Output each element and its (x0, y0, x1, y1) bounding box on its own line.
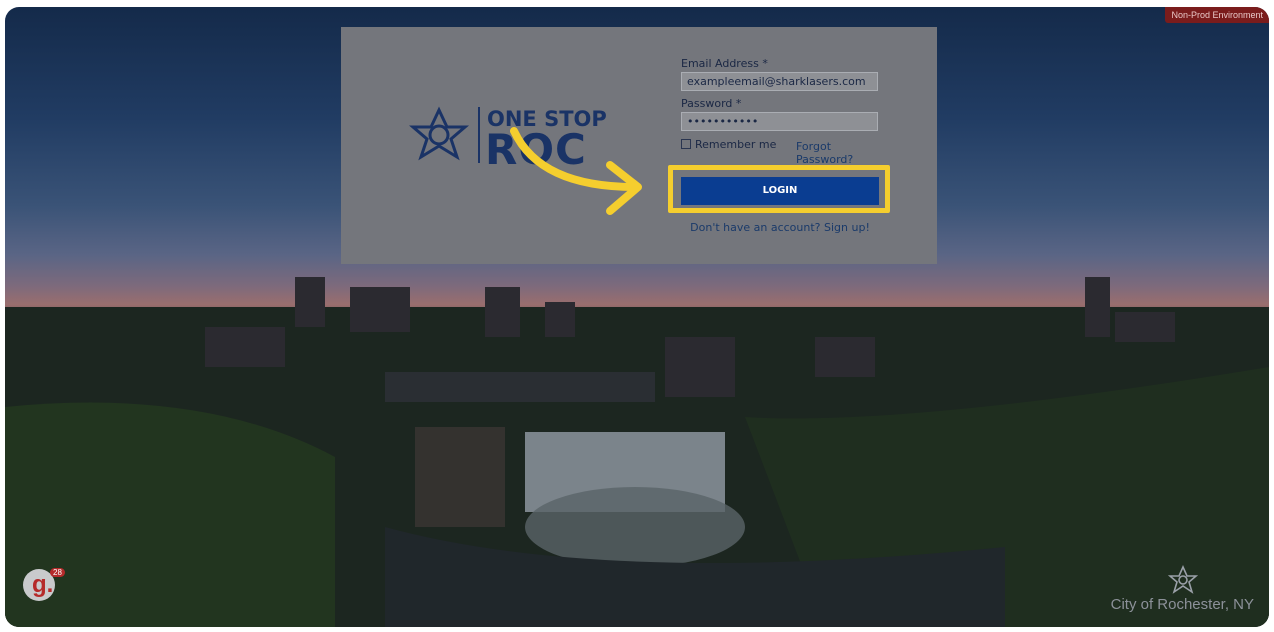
password-field[interactable]: ••••••••••• (681, 112, 878, 131)
environment-badge: Non-Prod Environment (1165, 7, 1269, 23)
email-label: Email Address * (681, 57, 768, 70)
background-scene: Non-Prod Environment ONE STOP ROC Email … (5, 7, 1269, 627)
rochester-flower-logo-icon (409, 106, 470, 161)
remember-me-checkbox[interactable] (681, 139, 691, 149)
badge-count: 28 (50, 568, 65, 577)
login-form: Email Address * exampleemail@sharklasers… (681, 57, 881, 166)
remember-me-label: Remember me (695, 137, 777, 151)
arrow-icon (510, 127, 642, 215)
login-button[interactable]: LOGIN (681, 177, 879, 205)
remember-me-row: Remember me Forgot Password? (681, 137, 881, 166)
password-label: Password * (681, 97, 742, 110)
forgot-password-link[interactable]: Forgot Password? (796, 140, 881, 166)
email-field[interactable]: exampleemail@sharklasers.com (681, 72, 878, 91)
city-caption: City of Rochester, NY (1110, 596, 1254, 613)
signup-link[interactable]: Don't have an account? Sign up! (681, 221, 879, 234)
city-flower-icon (1168, 565, 1198, 594)
